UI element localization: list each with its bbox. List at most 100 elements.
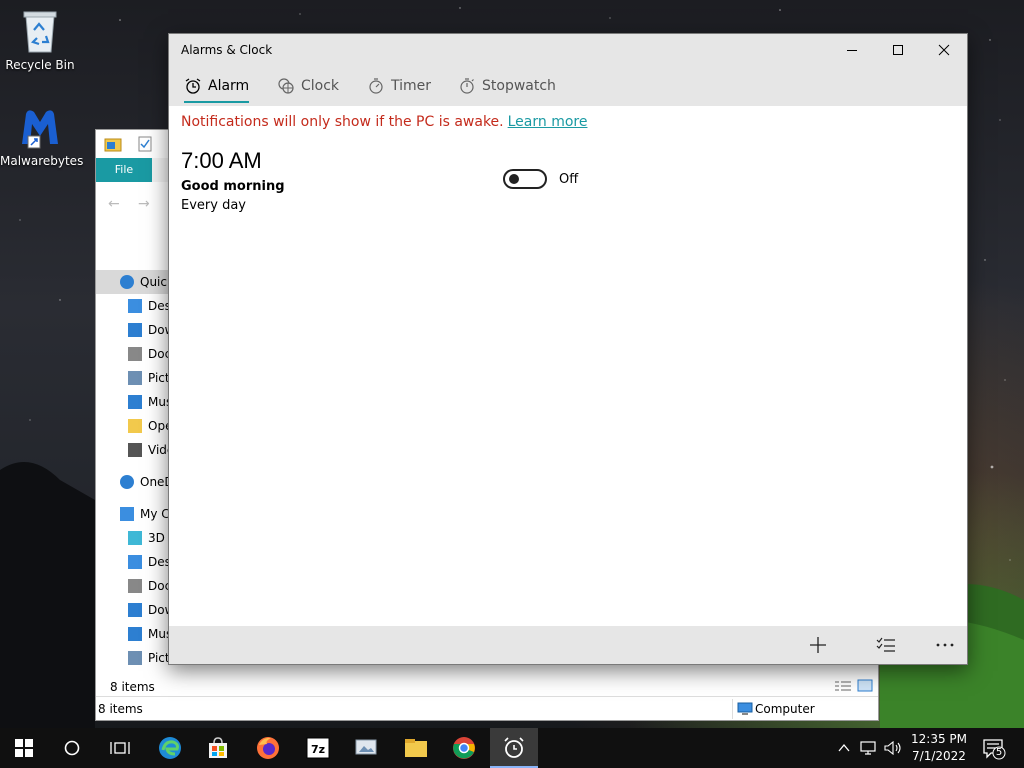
tree-item-label: 3D Objects (148, 531, 168, 545)
action-center-button[interactable]: 5 (982, 728, 1008, 768)
alarm-icon (185, 78, 201, 94)
tree-item[interactable]: Music (96, 390, 168, 414)
tree-item[interactable]: Documents (96, 342, 168, 366)
details-view-icon[interactable] (834, 680, 852, 692)
tree-item[interactable]: Quick access (96, 270, 168, 294)
toggle-knob (509, 174, 519, 184)
tab-alarm-label: Alarm (208, 78, 250, 94)
svg-text:7z: 7z (311, 743, 325, 756)
folder-icon (128, 419, 142, 433)
malwarebytes-icon (22, 110, 58, 149)
computer-icon (120, 507, 134, 521)
taskbar-chrome[interactable] (440, 728, 488, 768)
tree-item[interactable]: Documents (96, 574, 168, 598)
tree-item[interactable]: Videos (96, 438, 168, 462)
more-options-button[interactable] (925, 626, 965, 664)
7zip-icon: 7z (306, 737, 330, 759)
desktop-icon-malwarebytes[interactable]: Malwarebytes (0, 106, 83, 168)
status-location: Computer (732, 699, 880, 719)
tab-clock[interactable]: Clock (277, 66, 339, 106)
desktop-icon (128, 555, 142, 569)
close-button[interactable] (921, 34, 967, 66)
tab-stopwatch[interactable]: Stopwatch (458, 66, 556, 106)
search-button[interactable] (48, 728, 96, 768)
document-icon (128, 579, 142, 593)
explorer-nav: ← → (96, 190, 176, 220)
tree-item[interactable]: 3D Objects (96, 526, 168, 550)
learn-more-link[interactable]: Learn more (508, 114, 588, 130)
select-list-icon (876, 637, 895, 652)
taskbar-edge[interactable] (146, 728, 194, 768)
tree-item-label: Desktop (148, 555, 168, 569)
more-dots-icon (936, 643, 954, 647)
file-tab[interactable]: File (96, 158, 152, 182)
title-bar[interactable]: Alarms & Clock (169, 34, 967, 66)
tree-item[interactable]: Pictures (96, 366, 168, 390)
tree-item[interactable]: Music (96, 622, 168, 646)
tree-item-label: Pictures (148, 651, 168, 665)
forward-arrow-icon[interactable]: → (138, 196, 150, 212)
desktop-icon (128, 299, 142, 313)
network-icon[interactable] (860, 741, 876, 755)
taskbar-clock[interactable]: 12:35 PM 7/1/2022 (902, 731, 976, 765)
tree-item-label: Music (148, 627, 168, 641)
taskbar-firefox[interactable] (244, 728, 292, 768)
alarm-time: 7:00 AM (181, 148, 262, 173)
music-icon (128, 395, 142, 409)
alarm-list: Notifications will only show if the PC i… (169, 106, 967, 626)
store-icon (209, 737, 227, 758)
minimize-button[interactable] (829, 34, 875, 66)
tree-item[interactable]: Open (96, 414, 168, 438)
cube-icon (128, 531, 142, 545)
tab-timer[interactable]: Timer (367, 66, 431, 106)
notification-warning: Notifications will only show if the PC i… (181, 114, 587, 130)
taskbar-alarms-clock[interactable] (490, 728, 538, 768)
desktop-icon-recycle-bin[interactable]: Recycle Bin (0, 8, 80, 72)
search-circle-icon (64, 740, 80, 756)
start-button[interactable] (0, 728, 48, 768)
tree-item[interactable]: Downloads (96, 598, 168, 622)
stopwatch-icon (460, 78, 474, 94)
navigation-pane: Quick access Desktop Downloads Documents Pic… (96, 270, 168, 670)
tab-alarm[interactable]: Alarm (184, 66, 250, 106)
properties-icon[interactable] (138, 136, 152, 152)
taskbar-7zip[interactable]: 7z (294, 728, 342, 768)
tree-item[interactable]: OneDrive (96, 470, 168, 494)
add-alarm-button[interactable] (798, 626, 838, 664)
chrome-icon (453, 737, 475, 759)
taskbar: 7z 12:35 PM 7/1/2022 5 (0, 728, 1024, 768)
tab-stopwatch-label: Stopwatch (482, 78, 556, 94)
alarm-toggle[interactable] (503, 169, 547, 189)
tree-item-label: Downloads (148, 603, 168, 617)
tree-item-label: Documents (148, 579, 168, 593)
maximize-button[interactable] (875, 34, 921, 66)
tree-item-label: Music (148, 395, 168, 409)
large-icons-view-icon[interactable] (857, 679, 873, 692)
tree-item[interactable]: Pictures (96, 646, 168, 670)
back-arrow-icon[interactable]: ← (108, 196, 120, 212)
tab-bar: Alarm Clock Timer Stopwatch (169, 66, 967, 106)
alarm-name: Good morning (181, 179, 285, 194)
tree-item[interactable]: My Computer (96, 502, 168, 526)
task-view-button[interactable] (96, 728, 144, 768)
taskbar-file-explorer[interactable] (392, 728, 440, 768)
alarms-clock-window[interactable]: Alarms & Clock Alarm Clock Timer Stopwat… (168, 33, 968, 665)
computer-icon (737, 702, 753, 715)
status-items: 8 items (98, 702, 143, 716)
taskbar-app[interactable] (342, 728, 390, 768)
tree-item[interactable]: Desktop (96, 294, 168, 318)
taskbar-store[interactable] (194, 728, 242, 768)
maximize-icon (893, 45, 903, 55)
notice-text: Notifications will only show if the PC i… (181, 114, 504, 130)
tree-item[interactable]: Desktop (96, 550, 168, 574)
globe-clock-icon (278, 78, 294, 94)
edge-icon (159, 737, 181, 759)
tree-item-label: Documents (148, 347, 168, 361)
chevron-up-icon[interactable] (838, 743, 850, 753)
tab-timer-label: Timer (391, 78, 432, 94)
select-alarms-button[interactable] (866, 626, 906, 664)
tree-item[interactable]: Downloads (96, 318, 168, 342)
tree-item-label: Quick access (140, 275, 168, 289)
volume-icon[interactable] (884, 741, 902, 755)
pictures-icon (128, 371, 142, 385)
